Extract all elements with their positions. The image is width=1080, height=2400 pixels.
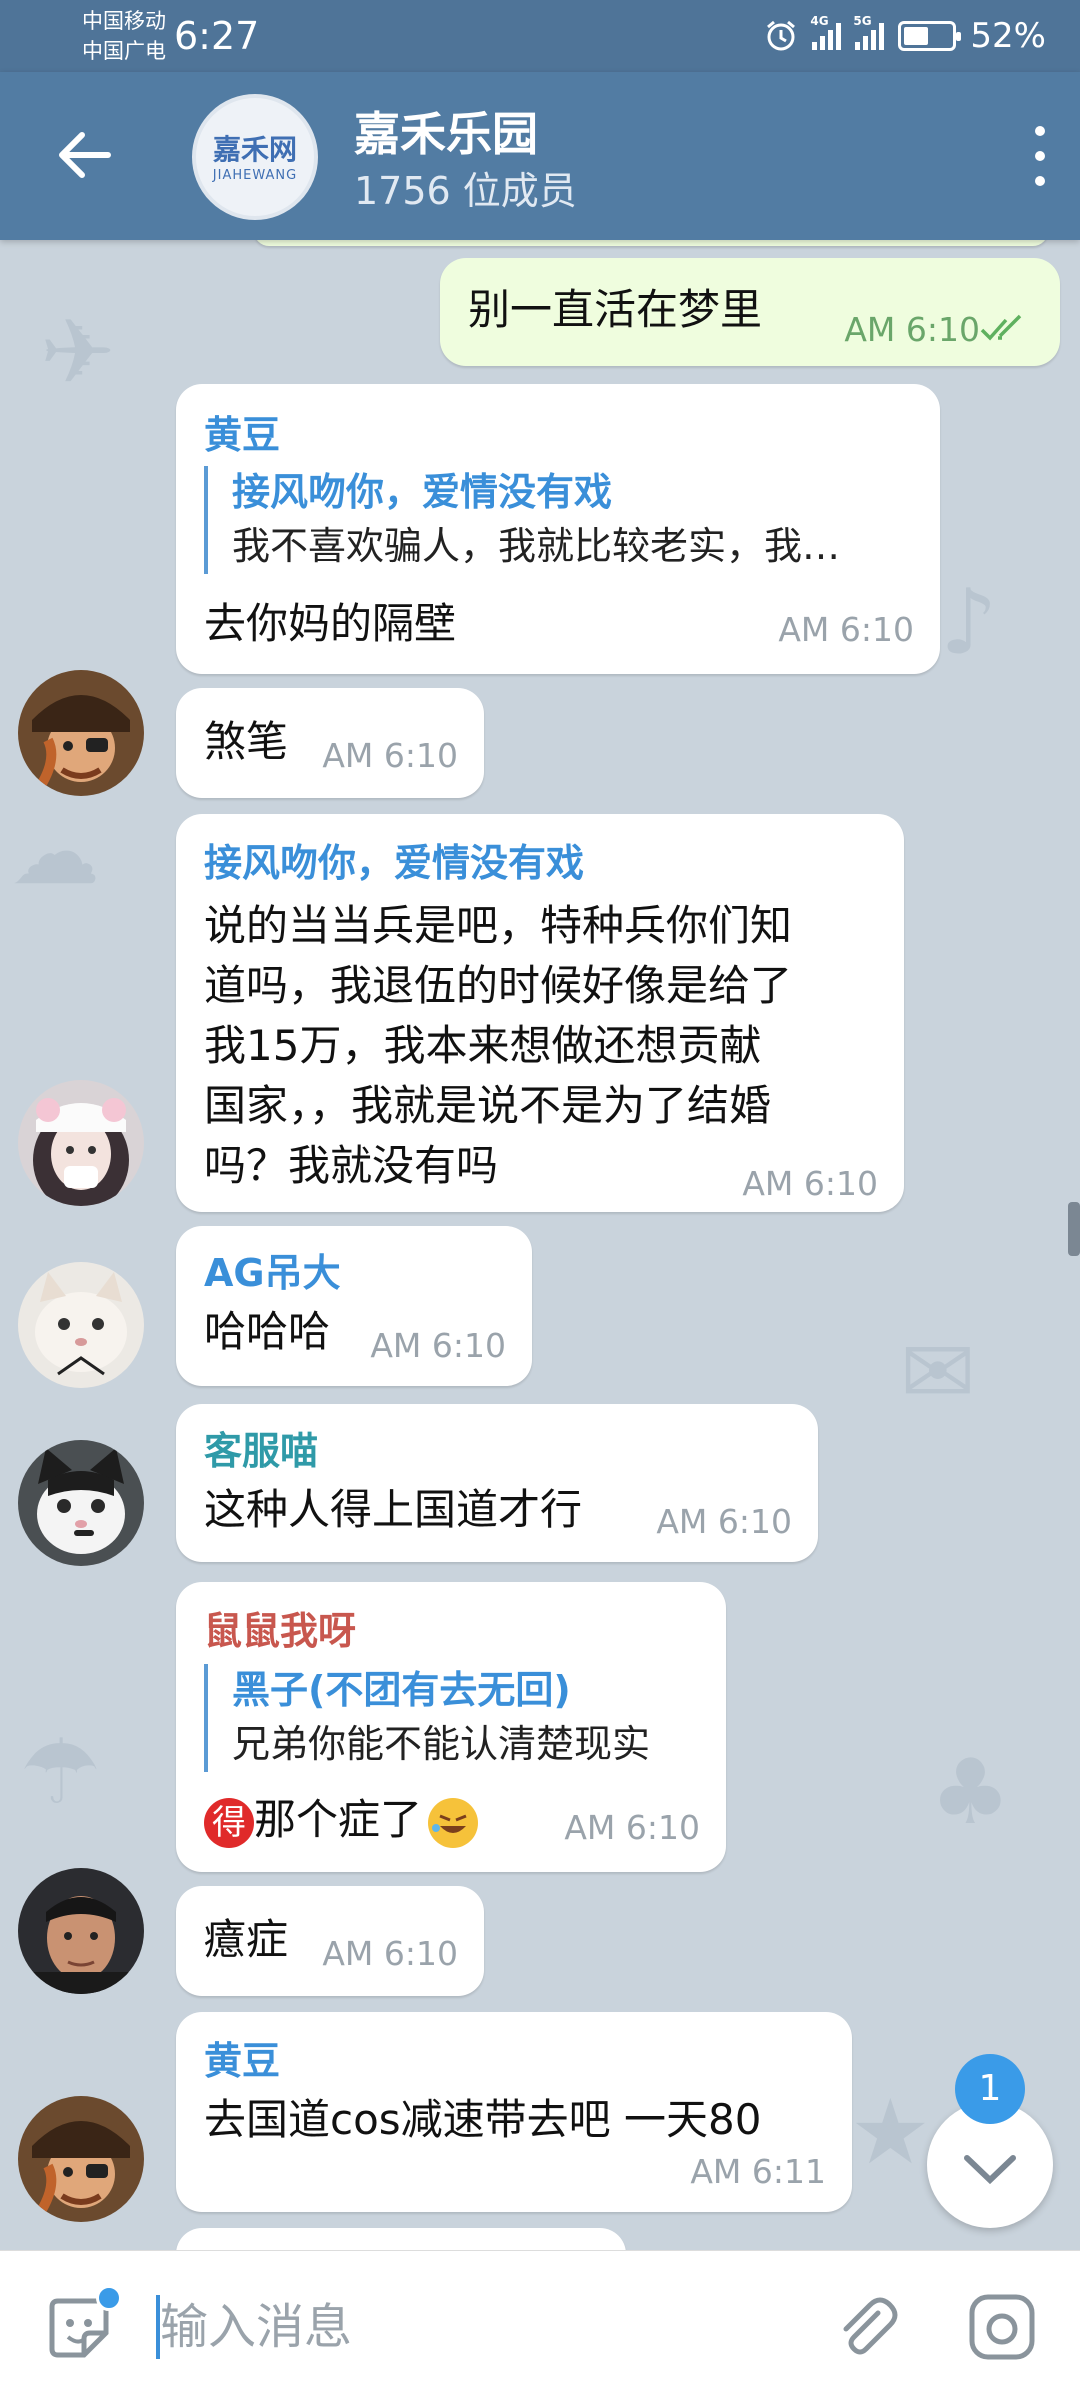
carrier-1: 中国移动 [82,9,166,33]
message-time: AM 6:10 [742,1164,878,1203]
message-text-line: 国家，，我就是说不是为了结婚 [204,1081,772,1130]
message-input-bar: 输入消息 [0,2250,1080,2400]
incoming-message[interactable]: 黄豆 接风吻你，爱情没有戏 我不喜欢骗人，我就比较老实，我… 去你妈的隔壁 AM… [176,384,940,674]
outgoing-message[interactable]: 别一直活在梦里 AM 6:10 [440,258,1060,366]
more-menu-icon[interactable] [1028,126,1052,186]
status-time: 6:27 [174,14,260,58]
partial-message [254,240,1048,246]
battery-percent: 52% [970,16,1046,56]
message-text-line: 我15万，我本来想做还想贡献 [204,1021,762,1070]
reply-text: 我不喜欢骗人，我就比较老实，我… [232,524,841,568]
sender-name[interactable]: 客服喵 [204,1420,318,1475]
status-icons: 4G 5G 52% [764,14,1046,56]
pirate-avatar[interactable] [18,670,144,796]
message-text-row: 得那个症了 [204,1790,479,1850]
camera-icon[interactable] [966,2291,1038,2363]
group-avatar[interactable]: 嘉禾网 JIAHEWANG [192,94,318,220]
reply-quote[interactable]: 接风吻你，爱情没有戏 我不喜欢骗人，我就比较老实，我… [204,466,904,574]
message-input[interactable]: 输入消息 [160,2295,352,2359]
member-count: 1756 位成员 [354,169,577,213]
wallpaper-doodle: ♪ [940,570,998,675]
kitten-avatar[interactable] [18,1440,144,1566]
wallpaper-doodle: ✈ [40,300,116,405]
chat-header: 嘉禾网 JIAHEWANG 嘉禾乐园 1756 位成员 [0,72,1080,240]
sticker-new-dot [96,2285,122,2311]
logo-text: 嘉禾网 [212,133,297,166]
back-arrow-icon[interactable] [50,120,120,190]
wallpaper-doodle: ☂ [20,1720,101,1825]
red-de-emoji-icon: 得 [204,1797,254,1848]
reply-sender: 黑子(不团有去无回) [232,1668,571,1712]
incoming-message[interactable]: 煞笔 AM 6:10 [176,688,484,798]
incoming-message[interactable]: 鼠鼠我呀 黑子(不团有去无回) 兄弟你能不能认清楚现实 得那个症了 AM 6:1… [176,1582,726,1872]
sticker-button[interactable] [44,2285,122,2363]
message-time: AM 6:10 [656,1502,792,1541]
signal-4g-icon: 4G [810,14,842,50]
group-title[interactable]: 嘉禾乐园 [354,98,538,164]
incoming-message[interactable]: 黄豆 去国道cos减速带去吧 一天80 AM 6:11 [176,2012,852,2212]
alarm-icon [767,20,796,51]
attachment-icon[interactable] [830,2291,900,2361]
reply-sender: 接风吻你，爱情没有戏 [232,470,613,514]
message-time: AM 6:10 [370,1326,506,1365]
incoming-message[interactable]: 癔症 AM 6:10 [176,1886,484,1996]
message-time: AM 6:10 [778,610,914,649]
reply-text: 兄弟你能不能认清楚现实 [232,1722,651,1766]
signal-5g-icon: 5G [853,14,885,50]
incoming-message[interactable]: 客服喵 这种人得上国道才行 AM 6:10 [176,1404,818,1562]
message-text: 这种人得上国道才行 [204,1485,583,1534]
sender-name[interactable]: 黄豆 [204,2030,280,2085]
wallpaper-doodle: ★ [850,2080,931,2185]
message-text: 哈哈哈 [204,1307,331,1356]
wallpaper-doodle: ✉ [900,1320,976,1425]
scroll-indicator[interactable] [1068,1202,1080,1256]
man-avatar[interactable] [18,1868,144,1994]
wallpaper-doodle: ☁ [10,800,100,905]
sender-name[interactable]: 黄豆 [204,404,280,459]
cat-avatar[interactable] [18,1262,144,1388]
message-text: 去国道cos减速带去吧 一天80 [204,2095,762,2144]
message-text: 癔症 [204,1915,289,1964]
battery-icon [898,21,962,51]
message-time: AM 6:10 [564,1808,700,1847]
sender-name[interactable]: AG吊大 [204,1242,341,1297]
message-list[interactable]: ✈ ♪ ☁ ✉ ♣ ☂ ★ 别一直活在梦里 AM 6:10 黄豆 接风吻你，爱情… [0,240,1080,2250]
status-bar: 中国移动 中国广电 6:27 4G 5G 52% [0,0,1080,72]
message-time: AM 6:10 [322,1934,458,1973]
message-text: 那个症了 [254,1795,423,1844]
incoming-message[interactable]: 接风吻你，爱情没有戏 说的当当兵是吧，特种兵你们知 道吗，我退伍的时候好像是给了… [176,814,904,1212]
message-text-line: 吗？我就没有吗 [204,1141,499,1190]
incoming-message[interactable]: AG吊大 哈哈哈 AM 6:10 [176,1226,532,1386]
carrier-2: 中国广电 [82,39,166,63]
message-text: 煞笔 [204,717,289,766]
message-text: 去你妈的隔壁 [204,599,457,648]
wallpaper-doodle: ♣ [930,1740,1011,1845]
message-time: AM 6:10 [322,736,458,775]
unread-badge: 1 [955,2054,1025,2124]
logo-subtext: JIAHEWANG [212,168,298,183]
sender-name[interactable]: 接风吻你，爱情没有戏 [204,832,584,887]
reply-quote[interactable]: 黑子(不团有去无回) 兄弟你能不能认清楚现实 [204,1664,694,1772]
message-text-line: 道吗，我退伍的时候好像是给了 [204,961,793,1010]
carrier-labels: 中国移动 中国广电 [82,6,166,66]
partial-message [176,2228,626,2250]
rofl-emoji-icon [428,1797,479,1848]
message-text-line: 说的当当兵是吧，特种兵你们知 [204,901,793,950]
sender-name[interactable]: 鼠鼠我呀 [204,1600,356,1655]
message-time: AM 6:11 [690,2152,826,2191]
message-text: 别一直活在梦里 [468,285,763,334]
pirate-avatar[interactable] [18,2096,144,2222]
message-time: AM 6:10 [844,310,980,349]
girl-avatar[interactable] [18,1080,144,1206]
read-checkmarks-icon [980,314,1022,341]
